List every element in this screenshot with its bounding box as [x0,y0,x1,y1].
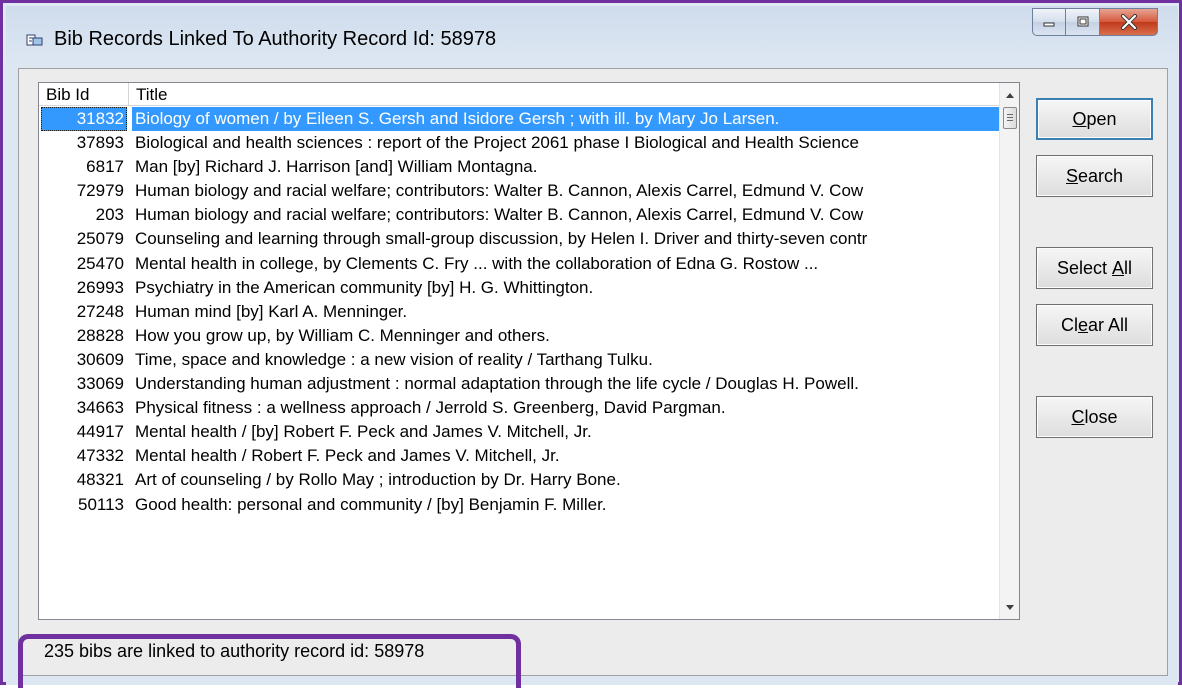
list-row[interactable]: 50113 Good health: personal and community… [39,493,999,517]
minimize-button[interactable] [1032,8,1066,36]
bib-id-cell: 26993 [39,276,127,300]
select-all-label-pre: Select [1057,258,1112,279]
list-row[interactable]: 26993 Psychiatry in the American communit… [39,276,999,300]
select-all-button[interactable]: Select All [1036,247,1153,289]
title-cell: Mental health / Robert F. Peck and James… [132,444,999,468]
bib-records-list[interactable]: Bib Id Title 31832 Biology of women / by … [38,82,1020,620]
scroll-up-button[interactable] [1000,85,1020,105]
grip-line [1007,117,1013,118]
status-highlight-box [18,634,521,688]
bib-id-cell: 31832 [41,107,127,131]
close-x-icon [1120,14,1138,30]
title-cell: Mental health in college, by Clements C.… [132,252,999,276]
bib-id-cell: 34663 [39,396,127,420]
title-cell: Human mind [by] Karl A. Menninger. [132,300,999,324]
title-cell: Understanding human adjustment : normal … [132,372,999,396]
open-button-mnemonic: O [1072,109,1086,130]
column-header-title[interactable]: Title [129,83,999,106]
vertical-scrollbar[interactable] [999,83,1019,619]
dialog-client-area: Bib Id Title 31832 Biology of women / by … [18,68,1168,676]
list-row[interactable]: 30609 Time, space and knowledge : a new v… [39,348,999,372]
bib-id-cell: 47332 [39,444,127,468]
caption-buttons [1032,8,1158,38]
title-bar[interactable]: Bib Records Linked To Authority Record I… [6,6,1178,64]
close-button-mnemonic: C [1071,407,1084,428]
list-row[interactable]: 33069 Understanding human adjustment : no… [39,372,999,396]
open-button[interactable]: Open [1036,98,1153,140]
list-row[interactable]: 28828 How you grow up, by William C. Menn… [39,324,999,348]
close-button-label: lose [1084,407,1117,428]
title-cell: Human biology and racial welfare; contri… [132,203,999,227]
select-all-mnemonic: A [1112,258,1124,279]
clear-all-button[interactable]: Cl e ar All [1036,304,1153,346]
list-row[interactable]: 34663 Physical fitness : a wellness appro… [39,396,999,420]
bib-id-cell: 25470 [39,252,127,276]
bib-id-cell: 30609 [39,348,127,372]
title-cell: Physical fitness : a wellness approach /… [132,396,999,420]
title-cell: Counseling and learning through small-gr… [132,227,999,251]
bib-id-cell: 72979 [39,179,127,203]
list-row[interactable]: 48321 Art of counseling / by Rollo May ; … [39,468,999,492]
title-cell: Human biology and racial welfare; contri… [132,179,999,203]
grip-line [1007,120,1013,121]
list-header: Bib Id Title [39,83,999,106]
list-rows: 31832 Biology of women / by Eileen S. Ger… [39,107,999,517]
select-all-label-post: ll [1124,258,1132,279]
open-button-label: pen [1086,109,1116,130]
list-row[interactable]: 72979 Human biology and racial welfare; c… [39,179,999,203]
bib-id-cell: 28828 [39,324,127,348]
title-cell: Art of counseling / by Rollo May ; intro… [132,468,999,492]
clear-all-mnemonic: e [1078,315,1088,336]
list-row[interactable]: 25079 Counseling and learning through sma… [39,227,999,251]
title-cell: Mental health / [by] Robert F. Peck and … [132,420,999,444]
maximize-button[interactable] [1066,8,1100,36]
document-link-icon [26,33,44,47]
bib-id-cell: 37893 [39,131,127,155]
bib-id-cell: 48321 [39,468,127,492]
triangle-up-icon [1006,93,1014,98]
maximize-icon [1076,16,1090,28]
search-button-mnemonic: S [1066,166,1078,187]
title-cell: Good health: personal and community / [b… [132,493,999,517]
clear-all-label-post: ar All [1088,315,1128,336]
bib-id-cell: 33069 [39,372,127,396]
screenshot-frame: Bib Records Linked To Authority Record I… [0,0,1182,685]
bib-id-cell: 25079 [39,227,127,251]
list-row[interactable]: 47332 Mental health / Robert F. Peck and … [39,444,999,468]
bib-id-cell: 6817 [39,155,127,179]
list-row[interactable]: 44917 Mental health / [by] Robert F. Peck… [39,420,999,444]
list-row[interactable]: 6817 Man [by] Richard J. Harrison [and] W… [39,155,999,179]
scroll-down-button[interactable] [1000,597,1020,617]
title-cell: Time, space and knowledge : a new vision… [132,348,999,372]
minimize-icon [1042,17,1056,27]
title-cell: How you grow up, by William C. Menninger… [132,324,999,348]
search-button-label: earch [1078,166,1123,187]
list-row[interactable]: 25470 Mental health in college, by Clemen… [39,252,999,276]
triangle-down-icon [1006,605,1014,610]
bib-id-cell: 203 [39,203,127,227]
bib-id-cell: 44917 [39,420,127,444]
grip-line [1007,114,1013,115]
title-cell: Psychiatry in the American community [by… [132,276,999,300]
title-cell: Biology of women / by Eileen S. Gersh an… [132,107,999,131]
scroll-thumb[interactable] [1003,107,1017,129]
search-button[interactable]: Search [1036,155,1153,197]
list-row[interactable]: 37893 Biological and health sciences : re… [39,131,999,155]
close-button[interactable]: Close [1036,396,1153,438]
window-title: Bib Records Linked To Authority Record I… [54,28,496,51]
dialog-window: Bib Records Linked To Authority Record I… [6,6,1178,685]
list-row[interactable]: 203 Human biology and racial welfare; con… [39,203,999,227]
column-header-bib-id[interactable]: Bib Id [39,83,129,106]
clear-all-label-pre: Cl [1061,315,1078,336]
list-row[interactable]: 27248 Human mind [by] Karl A. Menninger. [39,300,999,324]
bib-id-cell: 27248 [39,300,127,324]
close-window-button[interactable] [1100,8,1158,36]
list-row[interactable]: 31832 Biology of women / by Eileen S. Ger… [39,107,999,131]
title-cell: Man [by] Richard J. Harrison [and] Willi… [132,155,999,179]
bib-id-cell: 50113 [39,493,127,517]
title-cell: Biological and health sciences : report … [132,131,999,155]
